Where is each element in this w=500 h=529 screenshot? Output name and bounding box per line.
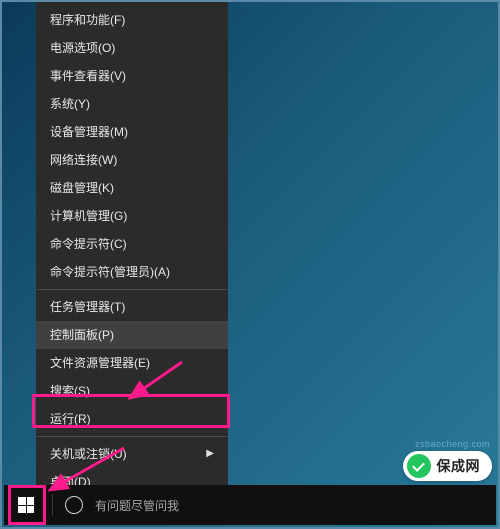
- winx-context-menu: 程序和功能(F)电源选项(O)事件查看器(V)系统(Y)设备管理器(M)网络连接…: [36, 2, 228, 500]
- start-button[interactable]: [4, 485, 48, 525]
- menu-item[interactable]: 磁盘管理(K): [36, 174, 228, 202]
- menu-item[interactable]: 命令提示符(C): [36, 230, 228, 258]
- cortana-circle-icon: [65, 496, 83, 514]
- cortana-button[interactable]: [57, 485, 91, 525]
- desktop-viewport: 程序和功能(F)电源选项(O)事件查看器(V)系统(Y)设备管理器(M)网络连接…: [0, 0, 500, 529]
- menu-item-label: 任务管理器(T): [50, 293, 125, 321]
- menu-item-label: 设备管理器(M): [50, 118, 128, 146]
- menu-item-label: 命令提示符(管理员)(A): [50, 258, 170, 286]
- watermark-check-icon: [407, 454, 431, 478]
- search-placeholder[interactable]: 有问题尽管问我: [95, 497, 179, 514]
- menu-item[interactable]: 设备管理器(M): [36, 118, 228, 146]
- menu-item[interactable]: 文件资源管理器(E): [36, 349, 228, 377]
- windows-logo-icon: [18, 497, 34, 513]
- menu-item[interactable]: 电源选项(O): [36, 34, 228, 62]
- menu-item[interactable]: 计算机管理(G): [36, 202, 228, 230]
- menu-item[interactable]: 系统(Y): [36, 90, 228, 118]
- watermark-text: 保成网: [437, 456, 481, 476]
- menu-item-label: 关机或注销(U): [50, 440, 127, 468]
- menu-item-label: 运行(R): [50, 405, 91, 433]
- menu-separator: [37, 436, 227, 437]
- menu-item-label: 事件查看器(V): [50, 62, 126, 90]
- menu-item-label: 计算机管理(G): [50, 202, 127, 230]
- menu-item-label: 搜索(S): [50, 377, 90, 405]
- chevron-right-icon: ▶: [206, 440, 214, 468]
- menu-separator: [37, 289, 227, 290]
- menu-item[interactable]: 程序和功能(F): [36, 6, 228, 34]
- menu-item[interactable]: 控制面板(P): [36, 321, 228, 349]
- menu-item-label: 命令提示符(C): [50, 230, 127, 258]
- menu-item-label: 文件资源管理器(E): [50, 349, 150, 377]
- menu-item-label: 程序和功能(F): [50, 6, 125, 34]
- menu-item-label: 磁盘管理(K): [50, 174, 114, 202]
- taskbar: 有问题尽管问我: [4, 485, 496, 525]
- watermark-url: zsbaocheng.com: [415, 439, 490, 449]
- menu-item-label: 系统(Y): [50, 90, 90, 118]
- menu-item-label: 电源选项(O): [50, 34, 115, 62]
- menu-item[interactable]: 任务管理器(T): [36, 293, 228, 321]
- taskbar-separator: [52, 494, 53, 516]
- menu-item[interactable]: 事件查看器(V): [36, 62, 228, 90]
- menu-item[interactable]: 关机或注销(U) ▶: [36, 440, 228, 468]
- watermark-badge: 保成网: [403, 451, 493, 481]
- menu-item[interactable]: 命令提示符(管理员)(A): [36, 258, 228, 286]
- menu-item[interactable]: 网络连接(W): [36, 146, 228, 174]
- menu-item-label: 网络连接(W): [50, 146, 117, 174]
- menu-item-label: 控制面板(P): [50, 321, 114, 349]
- menu-item[interactable]: 搜索(S): [36, 377, 228, 405]
- menu-item[interactable]: 运行(R): [36, 405, 228, 433]
